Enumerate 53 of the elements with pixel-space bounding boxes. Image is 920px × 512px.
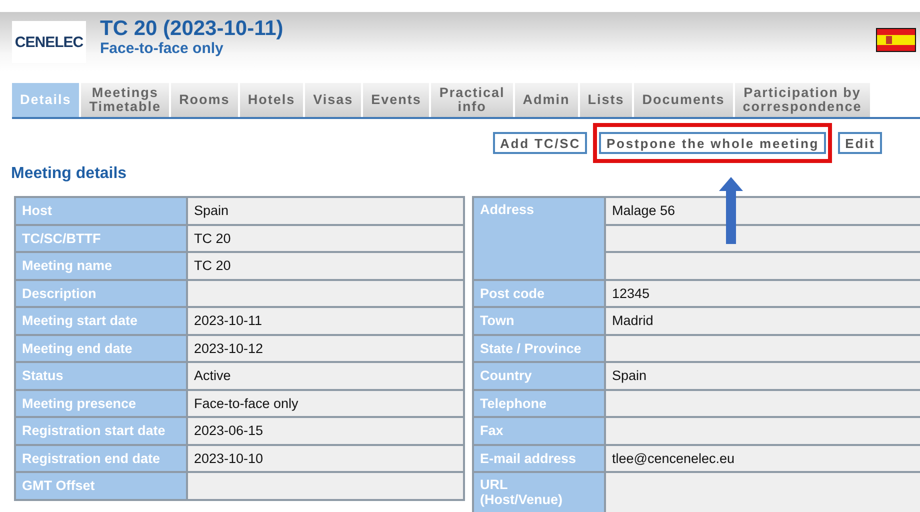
field-label: Host [15,197,187,224]
field-label: Status [15,362,187,390]
field-label: E-mail address [473,444,605,472]
logo: CENELEC [12,21,86,63]
field-label: Post code [473,280,605,307]
field-label: TC/SC/BTTF [15,224,187,252]
table-cell: Face-to-face only [187,390,464,417]
field-label: Registration end date [15,444,187,472]
field-label: GMT Offset [15,472,187,500]
field-label: Telephone [473,390,605,417]
field-label: Town [473,307,605,334]
field-label: Registration start date [15,417,187,444]
field-label: State / Province [473,334,605,362]
tab[interactable]: Admin [514,83,578,117]
field-label: Fax [473,417,605,444]
action-button[interactable]: Postpone the whole meeting [599,132,826,154]
tab[interactable]: Lists [580,83,632,117]
table-cell: TC 20 [187,224,464,252]
table-cell: TC 20 [187,252,464,280]
action-button[interactable]: Edit [838,132,882,154]
table-cell: 2023-10-12 [187,334,464,362]
field-label: Meeting presence [15,390,187,417]
page-title: TC 20 (2023-10-11) [100,18,284,40]
table-cell: 12345 [605,280,920,307]
section-title: Meeting details [11,165,128,183]
action-button[interactable]: Add TC/SC [493,132,588,154]
tab[interactable]: Visas [305,83,362,117]
field-label: Description [15,280,187,307]
field-label: URL (Host/Venue) [473,472,605,512]
field-label: Country [473,362,605,390]
table-cell: Spain [187,197,464,224]
tab[interactable]: Meetings Timetable [81,83,170,117]
tab[interactable]: Rooms [171,83,238,117]
tab[interactable]: Events [363,83,430,117]
table-cell: 2023-10-10 [187,444,464,472]
tab[interactable]: Practical info [431,83,513,117]
field-label: Meeting start date [15,307,187,334]
table-cell: 2023-06-15 [187,417,464,444]
page-subtitle: Face-to-face only [100,40,224,56]
field-label: Address [473,197,605,280]
table-cell: Active [187,362,464,390]
table-cell: Spain [605,362,920,390]
flag-icon [876,28,916,52]
tab[interactable]: Hotels [240,83,304,117]
field-label: Meeting end date [15,334,187,362]
table-cell: 2023-10-11 [187,307,464,334]
tab[interactable]: Documents [634,83,733,117]
table-cell: tlee@cencenelec.eu [605,444,920,472]
tab[interactable]: Participation by correspondence [734,83,870,117]
table-cell: Malage 56 [605,197,920,224]
table-cell: Madrid [605,307,920,334]
up-arrow-icon [719,177,743,244]
field-label: Meeting name [15,252,187,280]
